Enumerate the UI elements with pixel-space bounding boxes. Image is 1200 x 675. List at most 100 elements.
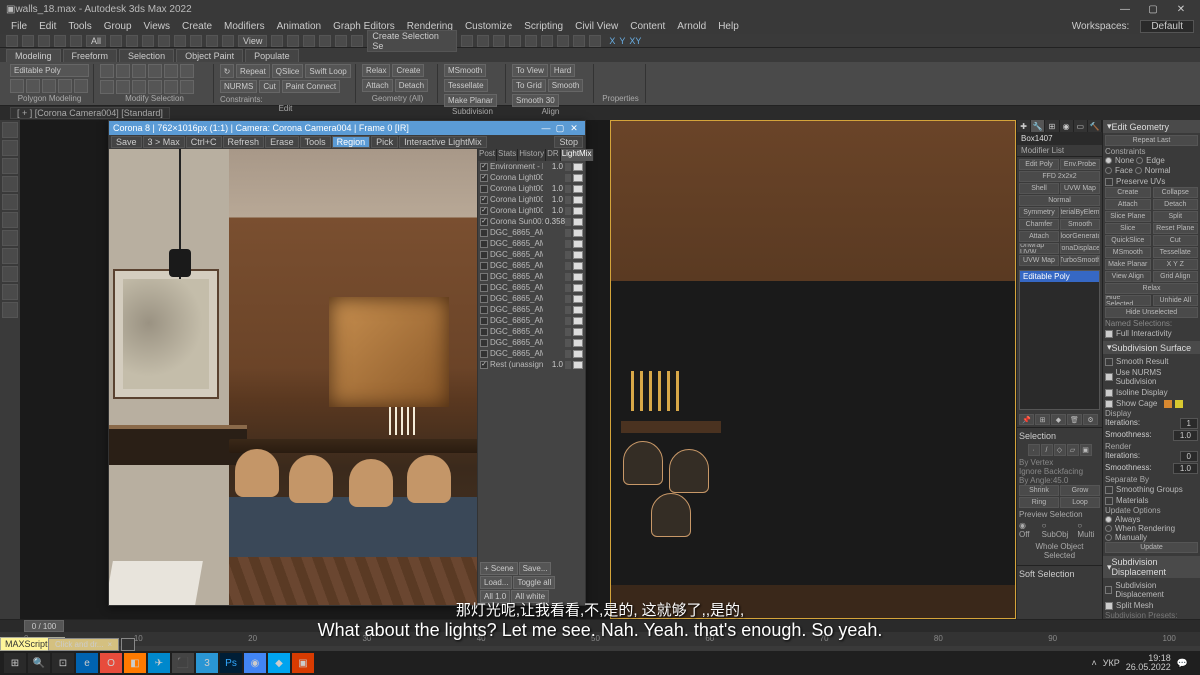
collapse-btn[interactable]: Collapse xyxy=(1153,187,1199,198)
corona-ctrlc-button[interactable]: Ctrl+C xyxy=(186,136,222,148)
lightmix-row[interactable]: DGC_6865_AM_Black xyxy=(478,260,585,271)
lightmix-spinner[interactable] xyxy=(565,284,571,292)
left-tool-3[interactable] xyxy=(2,158,18,174)
lightmix-spinner[interactable] xyxy=(565,163,571,171)
lightmix-checkbox[interactable] xyxy=(480,328,488,336)
left-tool-5[interactable] xyxy=(2,194,18,210)
lightmix-checkbox[interactable] xyxy=(480,284,488,292)
lightmix-spinner[interactable] xyxy=(565,328,571,336)
tray-up-icon[interactable]: ˄ xyxy=(1092,658,1097,668)
lightmix-colorswatch[interactable] xyxy=(573,207,583,215)
corona-erase-button[interactable]: Erase xyxy=(265,136,299,148)
left-tool-1[interactable] xyxy=(2,122,18,138)
lightmix-colorswatch[interactable] xyxy=(573,284,583,292)
task-edge[interactable]: e xyxy=(76,653,98,673)
workspaces-dropdown[interactable]: Default xyxy=(1140,20,1194,33)
rotate-button[interactable] xyxy=(190,35,202,47)
edit-geom-title[interactable]: ▾ Edit Geometry xyxy=(1103,120,1200,133)
corona-maximize-button[interactable]: ▢ xyxy=(553,122,567,134)
align-button[interactable] xyxy=(477,35,489,47)
chamfer-btn[interactable]: Chamfer xyxy=(1019,219,1059,230)
lightmix-value[interactable]: 1.0 xyxy=(545,195,563,204)
lightmix-spinner[interactable] xyxy=(565,273,571,281)
lightmix-spinner[interactable] xyxy=(565,218,571,226)
uvwmap-btn[interactable]: UVW Map xyxy=(1060,183,1100,194)
qslice-button[interactable]: QSlice xyxy=(272,64,304,78)
softsel-rollout[interactable]: Soft Selection xyxy=(1019,568,1100,580)
hideunsel-btn[interactable]: Hide Unselected xyxy=(1105,307,1198,318)
lightmix-row[interactable]: DGC_6865_AM_Black xyxy=(478,271,585,282)
gridalign-btn[interactable]: Grid Align xyxy=(1153,271,1199,282)
lightmix-spinner[interactable] xyxy=(565,207,571,215)
border-mode-button[interactable] xyxy=(42,79,56,93)
task-app1[interactable]: ◧ xyxy=(124,653,146,673)
viewalign-btn[interactable]: View Align xyxy=(1105,271,1151,282)
msmooth-button[interactable]: MSmooth xyxy=(444,64,486,77)
menu-arnold[interactable]: Arnold xyxy=(672,21,711,32)
corona-region-button[interactable]: Region xyxy=(332,136,371,148)
modsel-btn12[interactable] xyxy=(180,80,194,94)
env-probe-btn[interactable]: Env.Probe xyxy=(1060,159,1100,170)
xyz-btn[interactable]: X Y Z xyxy=(1153,259,1199,270)
corona-3max-button[interactable]: 3 > Max xyxy=(143,136,185,148)
lightmix-colorswatch[interactable] xyxy=(573,185,583,193)
floorgen-btn[interactable]: FloorGenerator xyxy=(1060,231,1100,242)
left-tool-2[interactable] xyxy=(2,140,18,156)
create-btn[interactable]: Create xyxy=(1105,187,1151,198)
attach-btn[interactable]: Attach xyxy=(1019,231,1059,242)
time-track[interactable]: 0 10 20 30 40 50 60 70 80 90 100 xyxy=(0,632,1200,646)
lightmix-checkbox[interactable] xyxy=(480,185,488,193)
lightmix-scene-button[interactable]: + Scene xyxy=(480,562,518,575)
detach-button[interactable]: Detach xyxy=(395,79,428,92)
left-tool-4[interactable] xyxy=(2,176,18,192)
attach-btn2[interactable]: Attach xyxy=(1105,199,1151,210)
modsel-btn9[interactable] xyxy=(132,80,146,94)
snap-button[interactable] xyxy=(303,35,315,47)
lightmix-checkbox[interactable] xyxy=(480,262,488,270)
pin-stack-button[interactable]: 📌 xyxy=(1019,414,1034,425)
object-name-field[interactable]: Box1407 xyxy=(1017,132,1102,145)
menu-scripting[interactable]: Scripting xyxy=(519,21,568,32)
modifier-stack[interactable]: Editable Poly xyxy=(1019,270,1100,410)
lightmix-colorswatch[interactable] xyxy=(573,306,583,314)
lightmix-value[interactable]: 1.0 xyxy=(545,162,563,171)
display-tab[interactable]: ▭ xyxy=(1074,120,1088,132)
lightmix-row[interactable]: DGC_6865_AM_Black xyxy=(478,249,585,260)
toview-button[interactable]: To View xyxy=(512,64,548,77)
search-button[interactable]: 🔍 xyxy=(28,653,50,673)
lightmix-colorswatch[interactable] xyxy=(573,218,583,226)
lightmix-colorswatch[interactable] xyxy=(573,262,583,270)
tab-selection[interactable]: Selection xyxy=(119,49,174,62)
time-slider[interactable]: 0 / 100 xyxy=(0,620,1200,632)
smooth-button[interactable]: Smooth xyxy=(548,79,584,92)
togrid-button[interactable]: To Grid xyxy=(512,79,546,92)
corona-save-button[interactable]: Save xyxy=(111,136,142,148)
task-app3[interactable]: ◆ xyxy=(268,653,290,673)
show-result-button[interactable]: ⊞ xyxy=(1035,414,1050,425)
select-region-button[interactable] xyxy=(142,35,154,47)
modsel-btn2[interactable] xyxy=(116,64,130,78)
layer-button[interactable] xyxy=(493,35,505,47)
close-button[interactable]: ✕ xyxy=(1168,2,1194,16)
modsel-btn6[interactable] xyxy=(180,64,194,78)
lightmix-checkbox[interactable] xyxy=(480,251,488,259)
symmetry-btn[interactable]: Symmetry xyxy=(1019,207,1059,218)
refcoord-dropdown[interactable]: View xyxy=(238,35,267,47)
lightmix-checkbox[interactable] xyxy=(480,361,488,369)
config-button[interactable]: ⚙ xyxy=(1083,414,1098,425)
repeat-last-button[interactable]: Repeat Last xyxy=(1105,135,1198,146)
detach-btn[interactable]: Detach xyxy=(1153,199,1199,210)
percent-snap-button[interactable] xyxy=(335,35,347,47)
lightmix-spinner[interactable] xyxy=(565,262,571,270)
subdiv-surface-title[interactable]: ▾ Subdivision Surface xyxy=(1103,341,1200,354)
render-button[interactable] xyxy=(589,35,601,47)
angle-snap-button[interactable] xyxy=(319,35,331,47)
paintconnect-button[interactable]: Paint Connect xyxy=(282,80,340,93)
smooth-btn[interactable]: Smooth xyxy=(1060,219,1100,230)
menu-group[interactable]: Group xyxy=(99,21,137,32)
viewport-label[interactable]: [ + ] [Corona Camera004] [Standard] xyxy=(10,107,170,119)
left-tool-10[interactable] xyxy=(2,284,18,300)
sliceplane-btn[interactable]: Slice Plane xyxy=(1105,211,1151,222)
element-mode-button[interactable] xyxy=(74,79,88,93)
select-name-button[interactable] xyxy=(126,35,138,47)
